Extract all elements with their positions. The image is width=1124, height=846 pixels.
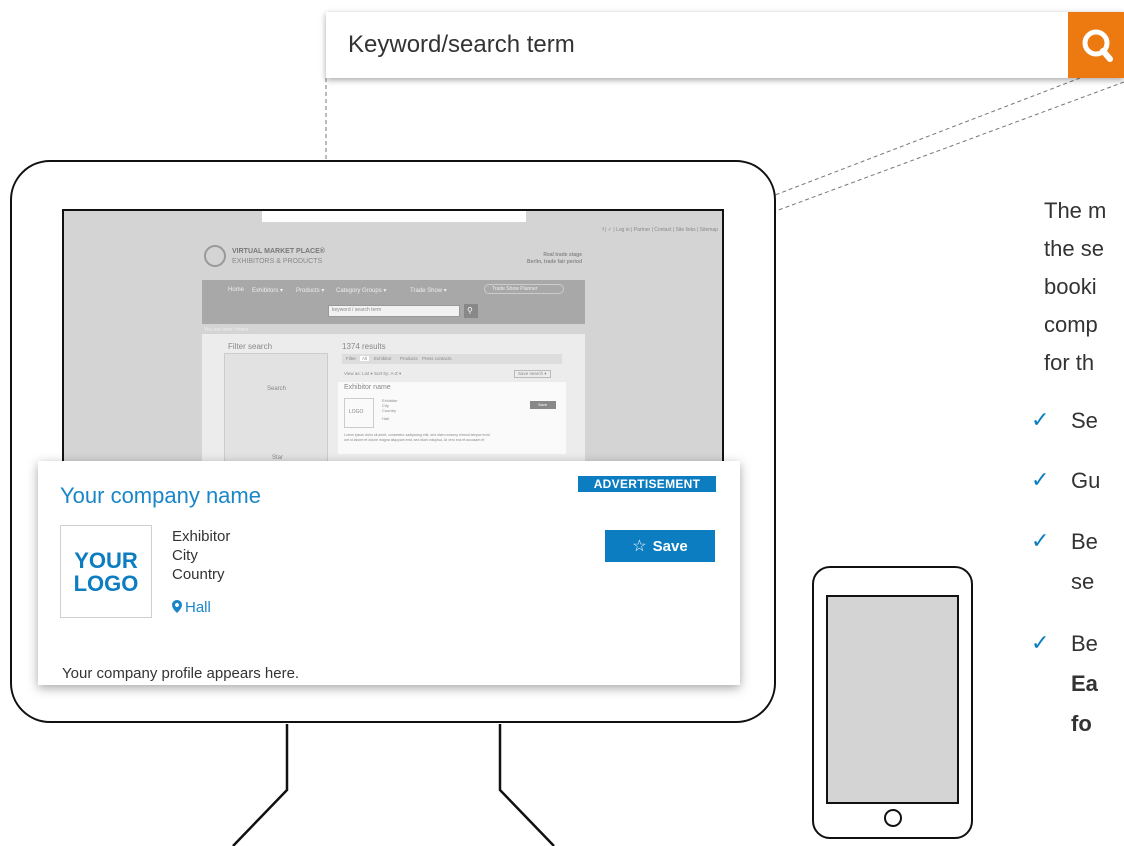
country-label: Country [172,566,225,583]
search-input[interactable]: Keyword/search term [348,12,575,78]
save-label: Save [652,537,688,555]
bullet-3-line-2: se [1071,569,1095,594]
advertisement-badge: ADVERTISEMENT [578,476,716,492]
checkmark-icon: ✓ [1031,467,1050,492]
checkmark-icon: ✓ [1031,528,1050,553]
checkmark-icon: ✓ [1031,630,1050,655]
company-logo: YOUR LOGO [60,525,152,618]
star-outline-icon: ☆ [632,538,647,555]
checkmark-icon: ✓ [1031,407,1050,432]
logo-line-1: YOUR [74,547,138,573]
advertisement-card: Your company name ADVERTISEMENT YOUR LOG… [38,461,740,685]
search-bar[interactable]: Keyword/search term [326,12,1124,78]
bullet-3-line-1: Be [1071,529,1098,554]
hall-link[interactable]: Hall [172,599,211,616]
bullet-4-line-3: fo [1071,711,1092,736]
search-button[interactable] [1068,12,1124,78]
map-pin-icon [172,600,182,613]
bullet-2: Gu [1071,468,1101,493]
smartphone-screen [826,595,959,804]
city-label: City [172,547,198,564]
hall-label: Hall [185,599,211,616]
company-profile-text: Your company profile appears here. [62,665,300,682]
exhibitor-label: Exhibitor [172,528,231,545]
save-button[interactable]: ☆ Save [605,530,715,562]
logo-line-2: LOGO [73,570,139,596]
bullet-4-line-2: Ea [1071,671,1098,696]
intro-text: The m the se booki comp for th [1044,198,1107,375]
smartphone-home-button [884,809,902,827]
bullet-1: Se [1071,408,1098,433]
company-name-link[interactable]: Your company name [60,483,261,509]
magnifier-icon [1082,29,1113,62]
bullet-4-line-1: Be [1071,631,1098,656]
